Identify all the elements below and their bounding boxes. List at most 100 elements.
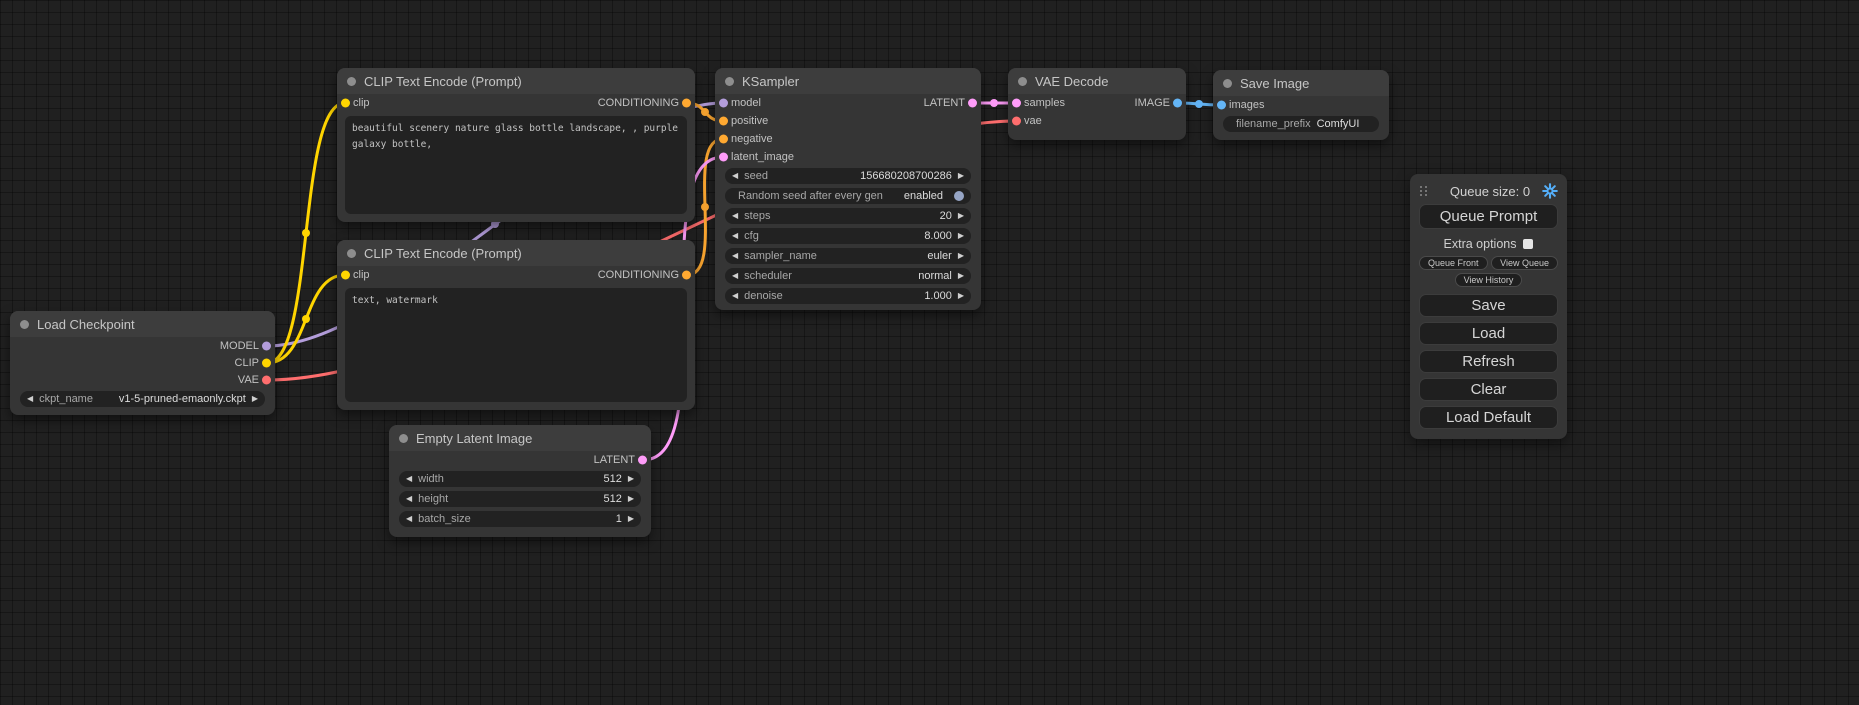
- conditioning-output-socket[interactable]: [682, 99, 691, 108]
- node-ksampler[interactable]: KSampler model LATENT positive negative …: [715, 68, 981, 310]
- increment-arrow-icon[interactable]: ▶: [958, 292, 964, 300]
- node-empty-latent-image[interactable]: Empty Latent Image LATENT ◀ width 512 ▶ …: [389, 425, 651, 537]
- widget-sampler-name[interactable]: ◀ sampler_name euler ▶: [725, 248, 971, 264]
- node-titlebar[interactable]: CLIP Text Encode (Prompt): [337, 240, 695, 266]
- input-label: images: [1229, 99, 1264, 111]
- widget-value: enabled: [889, 190, 943, 202]
- widget-denoise[interactable]: ◀ denoise 1.000 ▶: [725, 288, 971, 304]
- negative-prompt-textarea[interactable]: text, watermark: [345, 288, 687, 402]
- increment-arrow-icon[interactable]: ▶: [628, 475, 634, 483]
- decrement-arrow-icon[interactable]: ◀: [732, 172, 738, 180]
- increment-arrow-icon[interactable]: ▶: [958, 172, 964, 180]
- node-titlebar[interactable]: KSampler: [715, 68, 981, 94]
- decrement-arrow-icon[interactable]: ◀: [406, 515, 412, 523]
- node-save-image[interactable]: Save Image images filename_prefix ComfyU…: [1213, 70, 1389, 140]
- widget-width[interactable]: ◀ width 512 ▶: [399, 471, 641, 487]
- clip-output-socket[interactable]: [262, 358, 271, 367]
- increment-arrow-icon[interactable]: ▶: [252, 395, 258, 403]
- collapse-dot-icon[interactable]: [725, 77, 734, 86]
- node-titlebar[interactable]: Save Image: [1213, 70, 1389, 96]
- output-label: VAE: [238, 374, 259, 386]
- collapse-dot-icon[interactable]: [347, 249, 356, 258]
- load-default-button[interactable]: Load Default: [1419, 406, 1558, 429]
- increment-arrow-icon[interactable]: ▶: [628, 495, 634, 503]
- decrement-arrow-icon[interactable]: ◀: [732, 292, 738, 300]
- increment-arrow-icon[interactable]: ▶: [958, 232, 964, 240]
- queue-front-button[interactable]: Queue Front: [1419, 256, 1488, 270]
- increment-arrow-icon[interactable]: ▶: [958, 252, 964, 260]
- load-button[interactable]: Load: [1419, 322, 1558, 345]
- decrement-arrow-icon[interactable]: ◀: [732, 232, 738, 240]
- latent-output-socket[interactable]: [638, 456, 647, 465]
- collapse-dot-icon[interactable]: [1223, 79, 1232, 88]
- widget-value: euler: [823, 250, 952, 262]
- widget-seed[interactable]: ◀ seed 156680208700286 ▶: [725, 168, 971, 184]
- view-queue-button[interactable]: View Queue: [1491, 256, 1558, 270]
- output-label: LATENT: [594, 454, 635, 466]
- collapse-dot-icon[interactable]: [20, 320, 29, 329]
- positive-input-socket[interactable]: [719, 117, 728, 126]
- node-clip-text-encode-negative[interactable]: CLIP Text Encode (Prompt) clip CONDITION…: [337, 240, 695, 410]
- latent-output-socket[interactable]: [968, 99, 977, 108]
- decrement-arrow-icon[interactable]: ◀: [732, 272, 738, 280]
- node-titlebar[interactable]: Empty Latent Image: [389, 425, 651, 451]
- widget-filename-prefix[interactable]: filename_prefix ComfyUI: [1223, 116, 1379, 132]
- decrement-arrow-icon[interactable]: ◀: [27, 395, 33, 403]
- clip-input-socket[interactable]: [341, 99, 350, 108]
- vae-output-socket[interactable]: [262, 375, 271, 384]
- collapse-dot-icon[interactable]: [347, 77, 356, 86]
- node-graph-canvas[interactable]: Load Checkpoint MODEL CLIP VAE ◀ ckpt_na…: [0, 0, 1859, 705]
- decrement-arrow-icon[interactable]: ◀: [732, 212, 738, 220]
- model-input-socket[interactable]: [719, 99, 728, 108]
- node-load-checkpoint[interactable]: Load Checkpoint MODEL CLIP VAE ◀ ckpt_na…: [10, 311, 275, 415]
- images-input-socket[interactable]: [1217, 101, 1226, 110]
- decrement-arrow-icon[interactable]: ◀: [732, 252, 738, 260]
- queue-prompt-button[interactable]: Queue Prompt: [1419, 204, 1558, 229]
- widget-random-seed-toggle[interactable]: Random seed after every gen enabled: [725, 188, 971, 204]
- drag-handle-icon[interactable]: [1419, 185, 1430, 197]
- decrement-arrow-icon[interactable]: ◀: [406, 495, 412, 503]
- node-clip-text-encode-positive[interactable]: CLIP Text Encode (Prompt) clip CONDITION…: [337, 68, 695, 222]
- vae-input-socket[interactable]: [1012, 117, 1021, 126]
- collapse-dot-icon[interactable]: [399, 434, 408, 443]
- widget-cfg[interactable]: ◀ cfg 8.000 ▶: [725, 228, 971, 244]
- widget-height[interactable]: ◀ height 512 ▶: [399, 491, 641, 507]
- clip-input-socket[interactable]: [341, 271, 350, 280]
- node-titlebar[interactable]: Load Checkpoint: [10, 311, 275, 337]
- input-label: model: [731, 97, 761, 109]
- collapse-dot-icon[interactable]: [1018, 77, 1027, 86]
- samples-input-socket[interactable]: [1012, 99, 1021, 108]
- widget-ckpt-name[interactable]: ◀ ckpt_name v1-5-pruned-emaonly.ckpt ▶: [20, 391, 265, 407]
- toggle-knob[interactable]: [954, 191, 964, 201]
- widget-label: scheduler: [744, 270, 792, 282]
- increment-arrow-icon[interactable]: ▶: [628, 515, 634, 523]
- node-vae-decode[interactable]: VAE Decode samples IMAGE vae: [1008, 68, 1186, 140]
- refresh-button[interactable]: Refresh: [1419, 350, 1558, 373]
- clear-button[interactable]: Clear: [1419, 378, 1558, 401]
- settings-gear-icon[interactable]: [1542, 183, 1558, 199]
- model-output-socket[interactable]: [262, 341, 271, 350]
- input-label: clip: [353, 97, 370, 109]
- increment-arrow-icon[interactable]: ▶: [958, 272, 964, 280]
- save-button[interactable]: Save: [1419, 294, 1558, 317]
- widget-label: steps: [744, 210, 770, 222]
- image-output-socket[interactable]: [1173, 99, 1182, 108]
- conditioning-output-socket[interactable]: [682, 271, 691, 280]
- node-titlebar[interactable]: CLIP Text Encode (Prompt): [337, 68, 695, 94]
- increment-arrow-icon[interactable]: ▶: [958, 212, 964, 220]
- io-row: clip CONDITIONING: [337, 94, 695, 112]
- positive-prompt-textarea[interactable]: beautiful scenery nature glass bottle la…: [345, 116, 687, 214]
- widget-label: seed: [744, 170, 768, 182]
- extra-options-checkbox[interactable]: [1523, 239, 1533, 249]
- negative-input-socket[interactable]: [719, 135, 728, 144]
- widget-batch-size[interactable]: ◀ batch_size 1 ▶: [399, 511, 641, 527]
- latent-image-input-socket[interactable]: [719, 153, 728, 162]
- widget-value: 156680208700286: [774, 170, 952, 182]
- link-midpoint-dot: [701, 203, 709, 211]
- widget-scheduler[interactable]: ◀ scheduler normal ▶: [725, 268, 971, 284]
- view-history-button[interactable]: View History: [1455, 273, 1523, 287]
- node-title: CLIP Text Encode (Prompt): [364, 246, 522, 261]
- node-titlebar[interactable]: VAE Decode: [1008, 68, 1186, 94]
- widget-steps[interactable]: ◀ steps 20 ▶: [725, 208, 971, 224]
- decrement-arrow-icon[interactable]: ◀: [406, 475, 412, 483]
